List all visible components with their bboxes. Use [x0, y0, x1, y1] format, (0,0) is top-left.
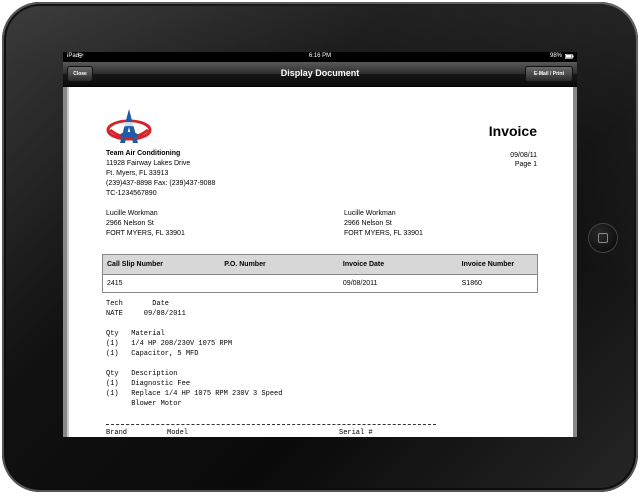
description-block: Qty Description (1) Diagnostic Fee (1) Rep…	[106, 369, 282, 409]
col-invoice-date: Invoice Date	[338, 254, 458, 275]
clock: 6:16 PM	[308, 53, 332, 59]
cell-invoice-date: 09/08/2011	[338, 274, 458, 293]
tech-value: NATE 09/08/2011	[106, 310, 186, 318]
invoice-meta: 09/08/11 Page 1	[510, 151, 537, 169]
home-square-icon	[598, 233, 608, 243]
equipment-model-header: Model	[167, 429, 189, 437]
col-call-slip-number: Call Slip Number	[102, 254, 221, 275]
cell-call-slip-number: 2415	[102, 274, 221, 293]
col-po-number: P.O. Number	[220, 254, 339, 275]
bill-to-name: Lucille Workman	[106, 210, 158, 217]
cell-po-number	[220, 274, 339, 293]
ship-to-city: FORT MYERS, FL 33901	[344, 230, 423, 237]
tech-block: Tech Date NATE 09/08/2011	[106, 299, 186, 319]
cell-invoice-number: S1860	[457, 274, 538, 293]
col-invoice-number: Invoice Number	[457, 254, 538, 275]
table-header-row: Call Slip Number P.O. Number Invoice Dat…	[102, 254, 538, 275]
description-line: Blower Motor	[106, 400, 182, 408]
company-info: Team Air Conditioning 11928 Fairway Lake…	[106, 149, 215, 199]
nav-bar: Close Display Document E-Mail / Print	[63, 62, 577, 87]
company-name: Team Air Conditioning	[106, 150, 181, 157]
dashed-divider	[106, 424, 436, 425]
status-bar: iPad 6:16 PM 98%	[63, 52, 577, 62]
email-print-button[interactable]: E-Mail / Print	[525, 66, 573, 82]
company-license: TC-1234567890	[106, 190, 157, 197]
battery-percent: 98%	[550, 53, 563, 59]
battery-icon	[565, 54, 574, 61]
document-page: Invoice 09/08/11 Page 1 Team Air Conditi…	[67, 87, 573, 437]
material-line: (1) Capacitor, 5 MFD	[106, 350, 199, 358]
invoice-details-table: Call Slip Number P.O. Number Invoice Dat…	[102, 254, 538, 293]
equipment-brand-header: Brand	[106, 429, 128, 437]
bill-to-address: Lucille Workman 2966 Nelson St FORT MYER…	[106, 209, 185, 239]
home-button[interactable]	[589, 224, 617, 252]
company-address-line1: 11928 Fairway Lakes Drive	[106, 160, 191, 167]
ship-to-address: Lucille Workman 2966 Nelson St FORT MYER…	[344, 209, 423, 239]
tech-header: Tech Date	[106, 300, 170, 308]
description-header: Qty Description	[106, 370, 178, 378]
material-line: (1) 1/4 HP 208/230V 1075 RPM	[106, 340, 233, 348]
invoice-date: 09/08/11	[510, 152, 537, 159]
page-number: Page 1	[514, 161, 537, 168]
table-row: 2415 09/08/2011 S1860	[102, 274, 538, 293]
screen: iPad 6:16 PM 98% Close Display Document …	[63, 52, 577, 437]
material-header: Qty Material	[106, 330, 165, 338]
bill-to-street: 2966 Nelson St	[106, 220, 154, 227]
material-block: Qty Material (1) 1/4 HP 208/230V 1075 RPM…	[106, 329, 232, 359]
page-edge	[67, 87, 69, 437]
bill-to-city: FORT MYERS, FL 33901	[106, 230, 185, 237]
ship-to-name: Lucille Workman	[344, 210, 396, 217]
description-line: (1) Replace 1/4 HP 1075 RPM 230V 3 Speed	[106, 390, 283, 398]
company-phone-fax: (239)437-8898 Fax: (239)437-9088	[106, 180, 216, 187]
company-address-line2: Ft. Myers, FL 33913	[106, 170, 169, 177]
company-logo	[106, 105, 152, 147]
equipment-serial-header: Serial #	[339, 429, 373, 437]
nav-title: Display Document	[280, 68, 360, 78]
description-line: (1) Diagnostic Fee	[106, 380, 191, 388]
invoice-title: Invoice	[488, 123, 537, 139]
ship-to-street: 2966 Nelson St	[344, 220, 392, 227]
